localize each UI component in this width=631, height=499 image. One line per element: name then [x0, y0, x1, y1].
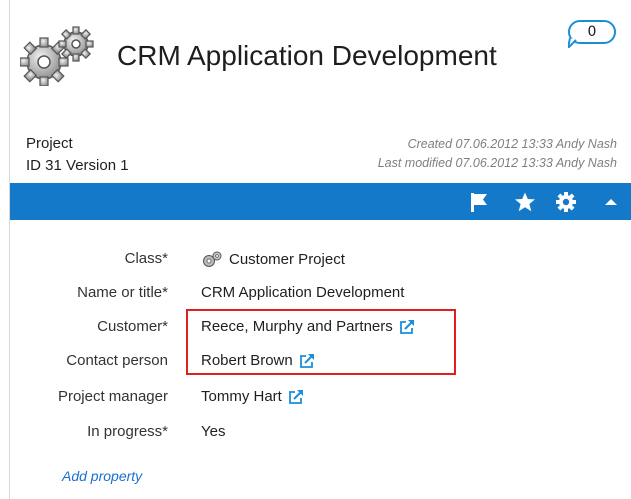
- in-progress-value[interactable]: Yes: [201, 423, 225, 440]
- property-row-manager: Project manager Tommy Hart: [0, 388, 631, 414]
- name-value[interactable]: CRM Application Development: [201, 284, 404, 301]
- in-progress-text: Yes: [201, 423, 226, 440]
- created-info: Created 07.06.2012 13:33 Andy Nash: [407, 137, 617, 151]
- action-toolbar: [10, 183, 631, 220]
- gear-icon[interactable]: [555, 191, 577, 213]
- name-text: CRM Application Development: [201, 284, 405, 301]
- object-id-version: ID 31 Version 1: [26, 157, 129, 174]
- object-audit: Created 07.06.2012 13:33 Andy Nash Last …: [378, 135, 617, 173]
- manager-value[interactable]: Tommy Hart: [201, 388, 304, 405]
- property-row-class: Class* Customer Project: [0, 250, 631, 276]
- flag-icon[interactable]: [468, 191, 490, 213]
- object-meta: Project ID 31 Version 1: [26, 133, 129, 177]
- page-title: CRM Application Development: [117, 40, 497, 71]
- gears-icon: [20, 26, 94, 86]
- comment-bubble-tail: [568, 38, 577, 48]
- property-row-name: Name or title* CRM Application Developme…: [0, 284, 631, 310]
- manager-text: Tommy Hart: [201, 388, 282, 405]
- open-link-icon[interactable]: [288, 389, 304, 405]
- highlight-box: [186, 309, 456, 375]
- property-row-in-progress: In progress* Yes: [0, 423, 631, 449]
- property-label: Project manager: [57, 388, 168, 405]
- property-label: In progress*: [87, 423, 168, 440]
- add-property-link[interactable]: Add property: [62, 468, 142, 484]
- star-icon[interactable]: [514, 191, 536, 213]
- modified-info: Last modified 07.06.2012 13:33 Andy Nash: [377, 156, 617, 170]
- object-type: Project: [26, 135, 73, 152]
- collapse-icon[interactable]: [600, 191, 622, 213]
- comment-count: 0: [587, 24, 597, 40]
- property-label: Name or title*: [77, 284, 168, 301]
- property-value[interactable]: Customer Project: [201, 250, 345, 268]
- class-gears-icon: [203, 251, 222, 267]
- class-value: Customer Project: [229, 250, 345, 268]
- property-label: Contact person: [66, 352, 168, 369]
- property-label: Customer*: [97, 318, 168, 335]
- property-label: Class*: [124, 250, 168, 267]
